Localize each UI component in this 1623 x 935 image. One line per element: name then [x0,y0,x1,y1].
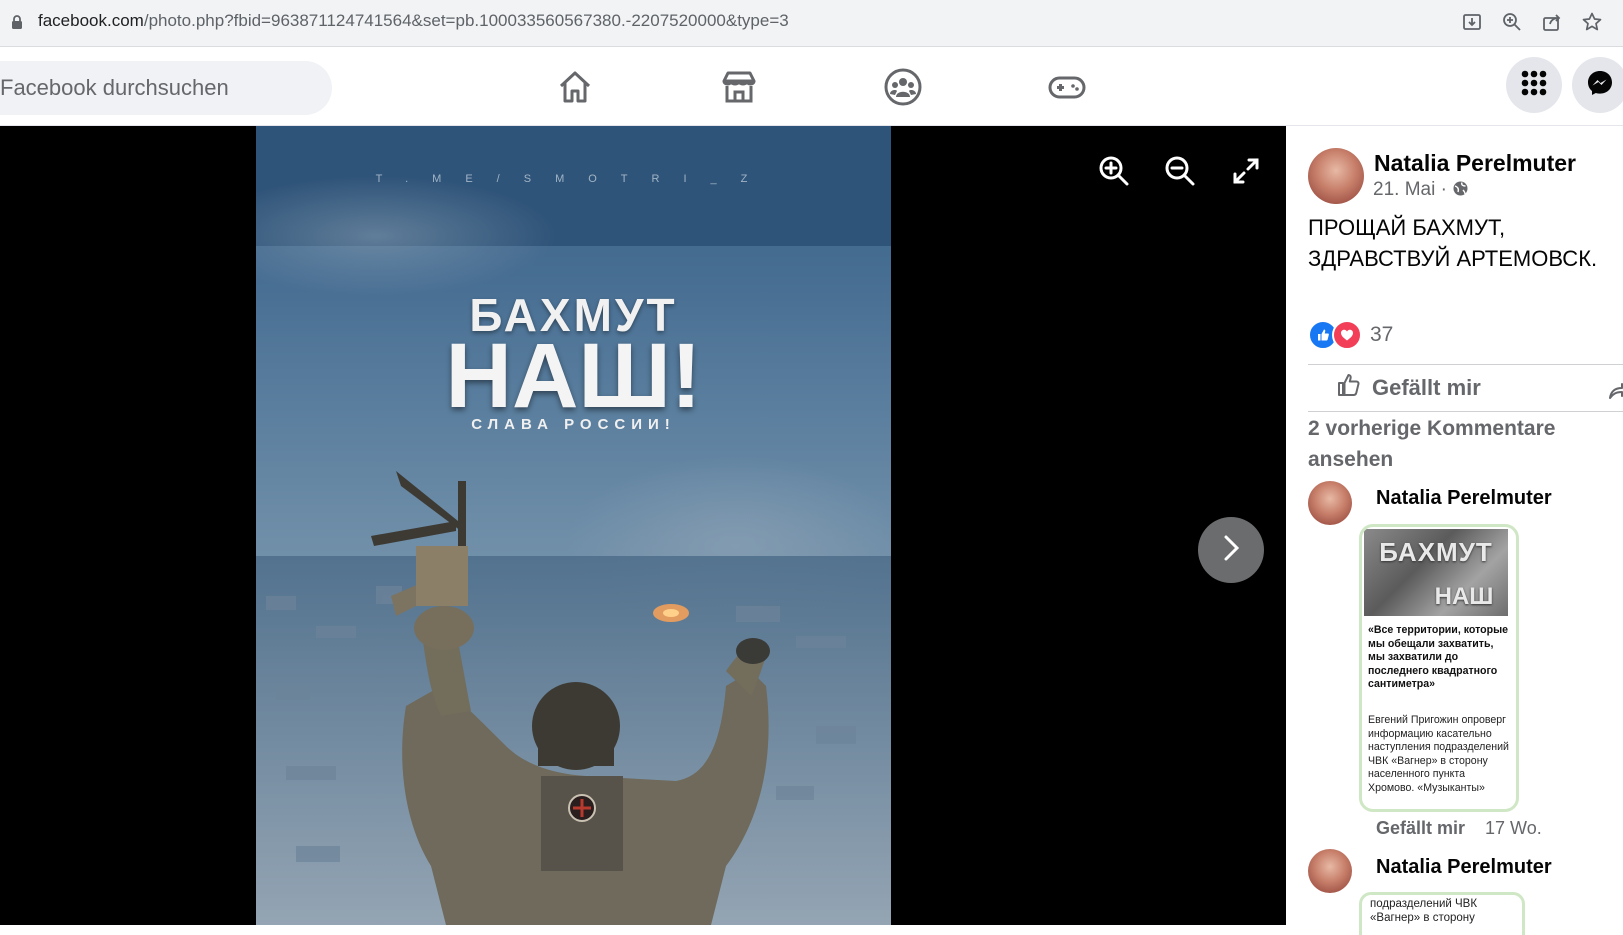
share-icon[interactable] [1541,11,1563,33]
bookmark-star-icon[interactable] [1581,11,1603,33]
author-avatar[interactable] [1308,148,1364,204]
comment-time[interactable]: 17 Wo. [1485,818,1542,839]
marketplace-icon[interactable] [719,67,759,107]
commenter-avatar[interactable] [1308,481,1352,525]
search-input[interactable] [0,61,300,115]
share-arrow-icon[interactable] [1606,380,1623,407]
messenger-button[interactable] [1572,57,1623,113]
url-text[interactable]: facebook.com/photo.php?fbid=963871124741… [38,11,789,31]
divider [1308,364,1623,365]
comment-image-card[interactable]: БАХМУТ НАШ «Все территории, которые мы о… [1359,524,1519,812]
divider [1308,411,1623,412]
commenter-avatar[interactable] [1308,849,1352,893]
like-label: Gefällt mir [1372,375,1481,400]
comment-quote: «Все территории, которые мы обещали захв… [1368,624,1509,690]
gaming-icon[interactable] [1047,67,1087,107]
url-host: facebook.com [38,11,144,30]
poster-scene [256,126,891,925]
browser-address-bar: facebook.com/photo.php?fbid=963871124741… [0,0,1623,47]
grid-menu-icon [1521,70,1547,101]
comment-image-card[interactable]: подразделений ЧВК «Вагнер» в сторону [1359,892,1525,935]
comment-image-title: БАХМУТ [1379,537,1493,567]
globe-icon [1452,179,1469,200]
fullscreen-icon[interactable] [1229,154,1263,188]
zoom-icon[interactable] [1501,11,1523,33]
reaction-count: 37 [1370,323,1394,346]
post-date[interactable]: 21. Mai · [1373,179,1447,200]
thumbs-up-icon [1336,372,1362,404]
url-path: /photo.php?fbid=963871124741564&set=pb.1… [143,11,789,30]
install-icon[interactable] [1461,11,1483,33]
poster-image[interactable]: T.ME/SMOTRI_Z БАХМУТ НАШ! СЛАВА РОССИИ! [256,126,891,925]
comment-author-name[interactable]: Natalia Perelmuter [1376,856,1552,879]
poster-title-line2: НАШ! [445,325,702,427]
messenger-icon [1586,69,1614,102]
reactions-summary[interactable]: 37 [1308,320,1393,350]
poster-subtitle: СЛАВА РОССИИ! [471,416,676,433]
comment-image-subtitle: НАШ [1434,583,1494,610]
comment-like-link[interactable]: Gefällt mir [1376,818,1465,839]
home-icon[interactable] [555,67,595,107]
menu-button[interactable] [1506,57,1562,113]
search-box [0,61,332,115]
comment-author-name[interactable]: Natalia Perelmuter [1376,487,1552,510]
groups-icon[interactable] [883,67,923,107]
facebook-top-bar [0,47,1623,126]
love-reaction-icon [1332,320,1362,350]
next-photo-button[interactable] [1198,517,1264,583]
photo-viewer: T.ME/SMOTRI_Z БАХМУТ НАШ! СЛАВА РОССИИ! [0,126,1286,925]
comment-actions: Gefällt mir 17 Wo. [1376,818,1542,839]
post-text-line1: ПРОЩАЙ БАХМУТ, [1308,215,1506,240]
zoom-out-icon[interactable] [1163,154,1197,188]
view-previous-comments-link[interactable]: 2 vorherige Kommentare ansehen [1308,413,1608,475]
chevron-right-icon [1219,533,1243,568]
poster-watermark: T.ME/SMOTRI_Z [375,173,772,185]
comment-body: подразделений ЧВК «Вагнер» в сторону [1370,898,1478,924]
post-text-line2: ЗДРАВСТВУЙ АРТЕМОВСК. [1308,246,1598,271]
lock-icon[interactable] [10,14,24,35]
comment-body: Евгений Пригожин опроверг информацию кас… [1368,714,1509,794]
post-text: ПРОЩАЙ БАХМУТ, ЗДРАВСТВУЙ АРТЕМОВСК. [1308,212,1608,274]
zoom-in-icon[interactable] [1097,154,1131,188]
post-meta: 21. Mai · [1373,179,1469,201]
post-author-name[interactable]: Natalia Perelmuter [1374,150,1576,177]
comment-image: БАХМУТ НАШ [1364,529,1508,616]
url-actions [1461,11,1603,33]
like-button[interactable]: Gefällt mir [1336,372,1481,404]
